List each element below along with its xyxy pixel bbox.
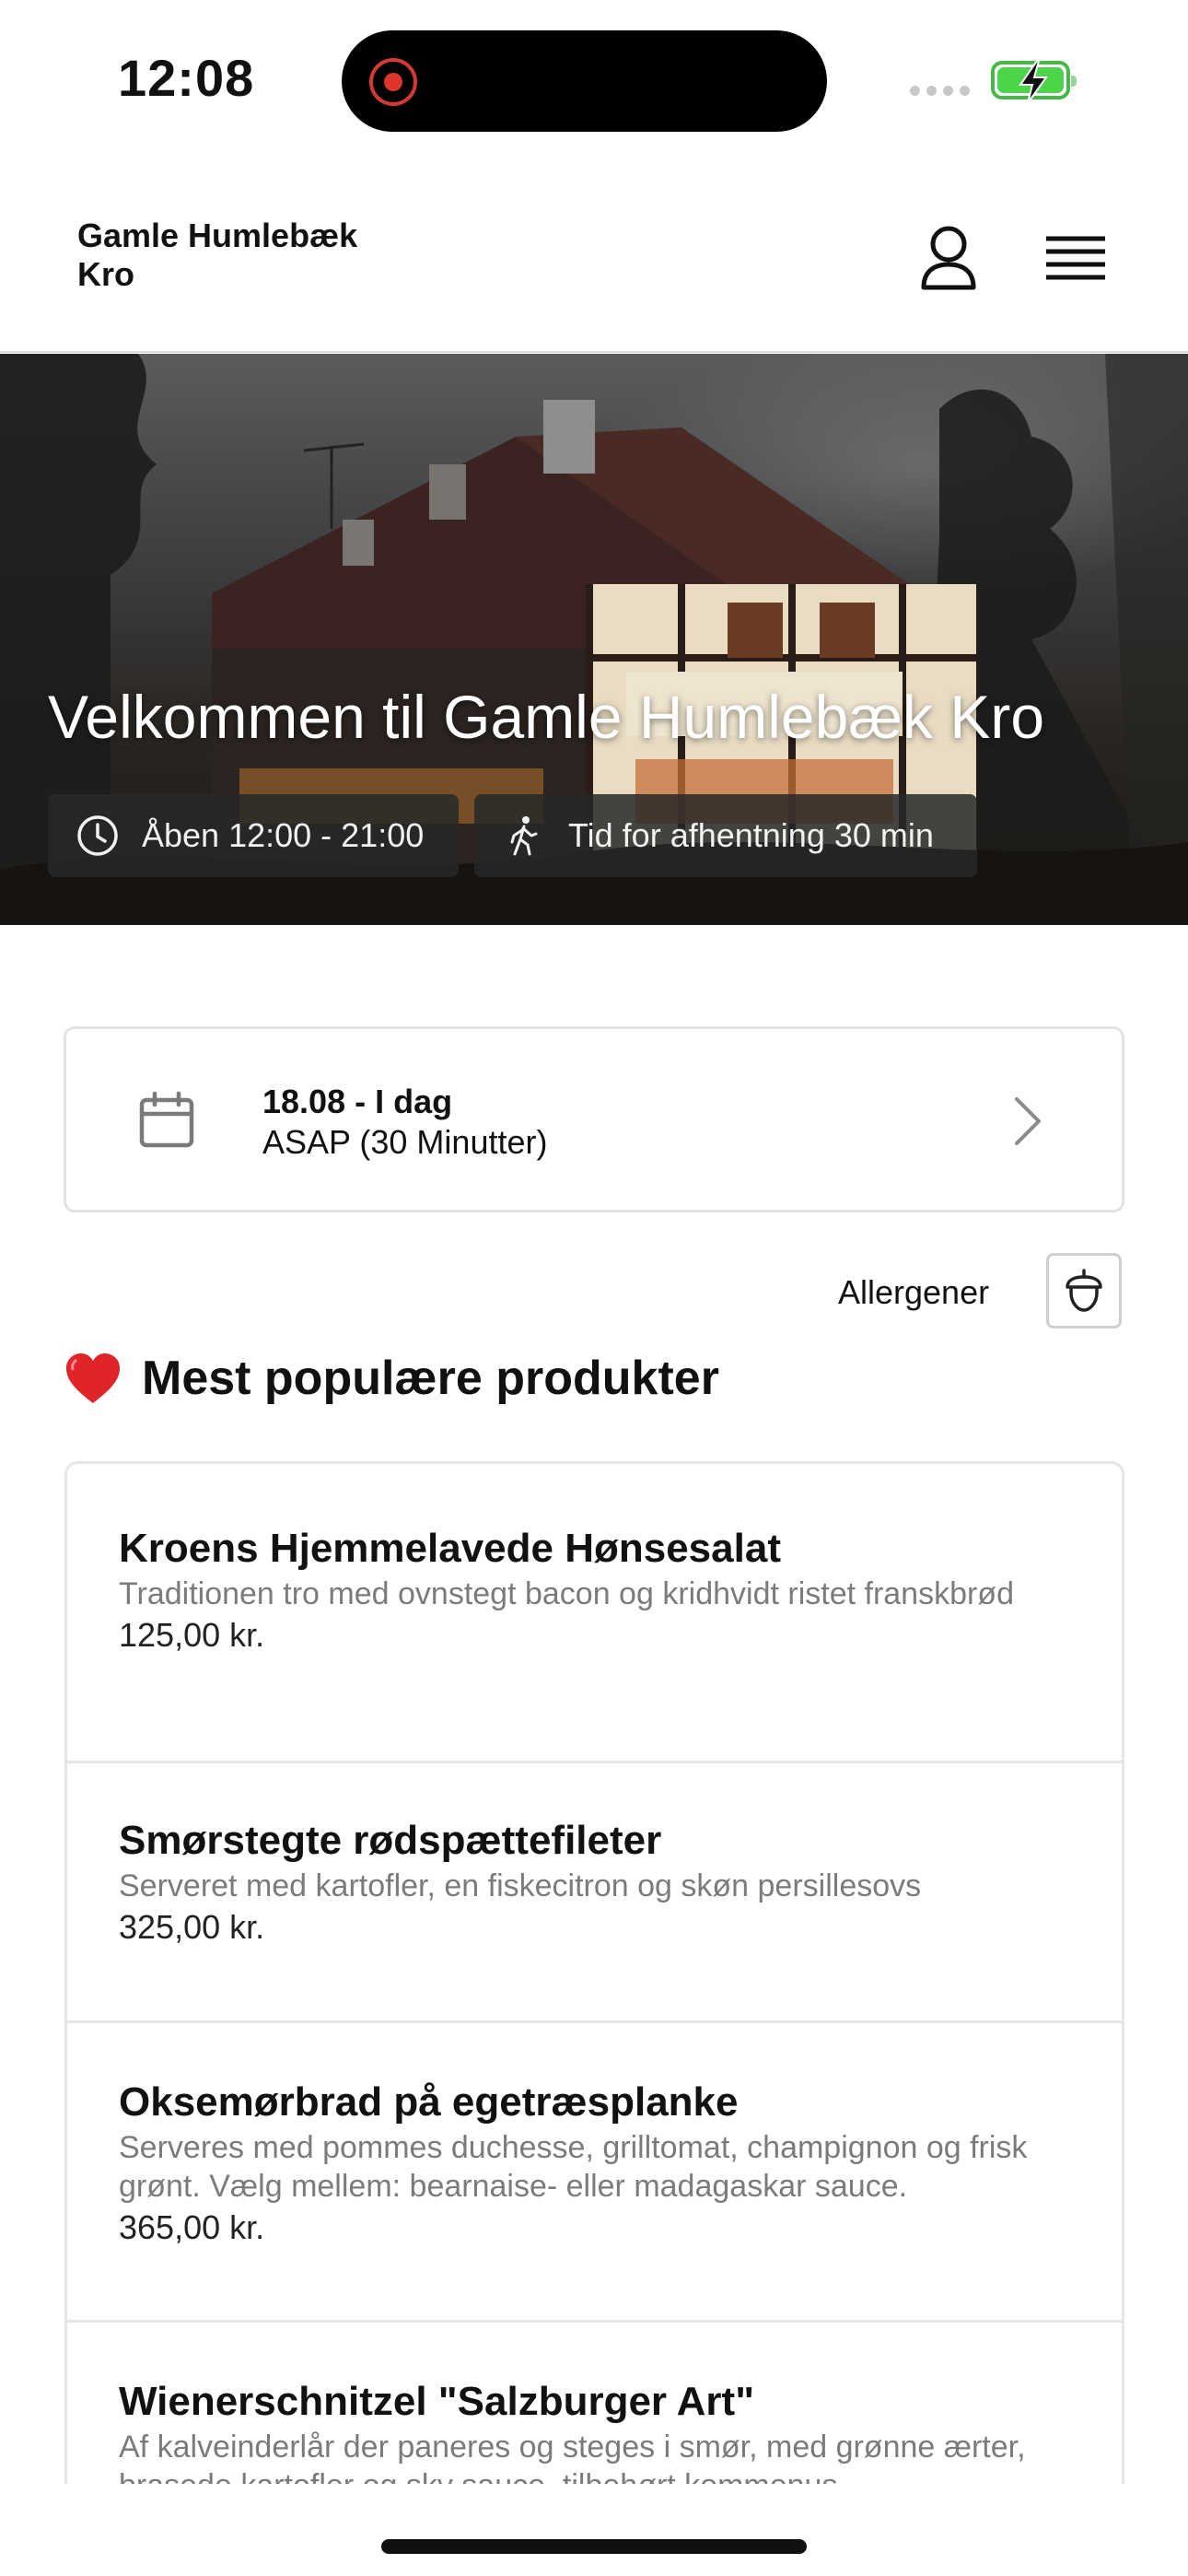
- user-icon: [921, 226, 976, 290]
- hero-title: Velkommen til Gamle Humlebæk Kro: [48, 683, 1045, 751]
- allergen-label: Allergener: [838, 1273, 990, 1311]
- dynamic-island: [342, 30, 827, 132]
- restaurant-name[interactable]: Gamle Humlebæk Kro: [77, 217, 409, 294]
- product-name: Oksemørbrad på egetræsplanke: [119, 2079, 739, 2125]
- status-time: 12:08: [118, 49, 255, 107]
- product-price: 325,00 kr.: [119, 1908, 265, 1946]
- product-card[interactable]: Smørstegte rødspættefileter Serveret med…: [67, 1763, 1122, 2023]
- product-price: 365,00 kr.: [119, 2208, 265, 2246]
- order-date: 18.08 - I dag: [262, 1083, 453, 1120]
- product-description: Serveres med pommes duchesse, grilltomat…: [119, 2130, 1028, 2204]
- popular-products-title: Mest populære produkter: [142, 1352, 719, 1405]
- chevron-right-icon: [1015, 1097, 1041, 1145]
- cellular-signal-icon: [910, 86, 970, 96]
- hero-banner: Velkommen til Gamle Humlebæk Kro Åben 12…: [0, 354, 1188, 925]
- product-name: Smørstegte rødspættefileter: [119, 1818, 662, 1863]
- allergen-filter-button[interactable]: [1046, 1253, 1122, 1329]
- walking-person-icon: [510, 816, 538, 856]
- product-description: Traditionen tro med ovnstegt bacon og kr…: [119, 1576, 1014, 1611]
- product-name: Wienerschnitzel "Salzburger Art": [119, 2379, 755, 2424]
- product-name: Kroens Hjemmelavede Hønsesalat: [119, 1526, 781, 1571]
- screen-recording-icon: [369, 58, 417, 106]
- hamburger-menu-icon: [1046, 236, 1105, 280]
- heart-icon: [66, 1353, 120, 1403]
- menu-button[interactable]: [1039, 226, 1112, 290]
- status-bar: 12:08: [0, 0, 1188, 161]
- product-description: Serveret med kartofler, en fiskecitron o…: [119, 1868, 922, 1903]
- opening-hours-text: Åben 12:00 - 21:00: [142, 816, 425, 854]
- order-time-selector[interactable]: 18.08 - I dag ASAP (30 Minutter): [64, 1026, 1124, 1212]
- product-price: 125,00 kr.: [119, 1616, 265, 1654]
- product-description: Af kalveinderlår der paneres og steges i…: [119, 2430, 1026, 2484]
- account-button[interactable]: [912, 221, 985, 295]
- battery-charging-icon: [991, 60, 1077, 104]
- order-time: ASAP (30 Minutter): [262, 1123, 548, 1161]
- opening-hours-chip: Åben 12:00 - 21:00: [48, 794, 459, 877]
- product-card[interactable]: Kroens Hjemmelavede Hønsesalat Tradition…: [67, 1464, 1122, 1763]
- app-header: Gamle Humlebæk Kro: [0, 161, 1188, 353]
- acorn-icon: [1066, 1269, 1102, 1312]
- product-list: Kroens Hjemmelavede Hønsesalat Tradition…: [64, 1461, 1124, 2484]
- product-card[interactable]: Oksemørbrad på egetræsplanke Serveres me…: [67, 2023, 1122, 2323]
- home-indicator[interactable]: [381, 2539, 807, 2554]
- pickup-time-chip: Tid for afhentning 30 min: [474, 794, 977, 877]
- clock-icon: [77, 815, 118, 856]
- calendar-icon: [139, 1091, 194, 1148]
- pickup-time-text: Tid for afhentning 30 min: [568, 816, 934, 854]
- product-card[interactable]: Wienerschnitzel "Salzburger Art" Af kalv…: [67, 2323, 1122, 2484]
- popular-products-heading: Mest populære produkter: [64, 1351, 719, 1406]
